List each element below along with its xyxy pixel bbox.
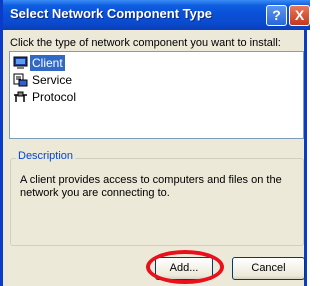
window-title: Select Network Component Type bbox=[10, 6, 213, 21]
service-icon bbox=[13, 73, 28, 87]
description-text: A client provides access to computers an… bbox=[20, 174, 282, 199]
list-item-label: Client bbox=[30, 55, 65, 71]
cancel-button[interactable]: Cancel bbox=[232, 257, 305, 280]
highlight-ellipse bbox=[146, 250, 224, 284]
client-icon bbox=[13, 56, 28, 69]
list-item-label: Protocol bbox=[32, 90, 77, 104]
instruction-label: Click the type of network component you … bbox=[10, 37, 281, 49]
description-group bbox=[10, 158, 304, 246]
component-type-list[interactable]: Client Service Protocol bbox=[9, 51, 304, 139]
protocol-icon bbox=[14, 91, 27, 102]
help-button[interactable]: ? bbox=[266, 5, 287, 26]
list-item-label: Service bbox=[32, 73, 73, 87]
dialog-window: Select Network Component Type ? X Click … bbox=[0, 0, 310, 286]
description-legend: Description bbox=[16, 150, 76, 162]
close-button[interactable]: X bbox=[289, 5, 310, 26]
title-bar[interactable]: Select Network Component Type ? X bbox=[3, 0, 310, 30]
